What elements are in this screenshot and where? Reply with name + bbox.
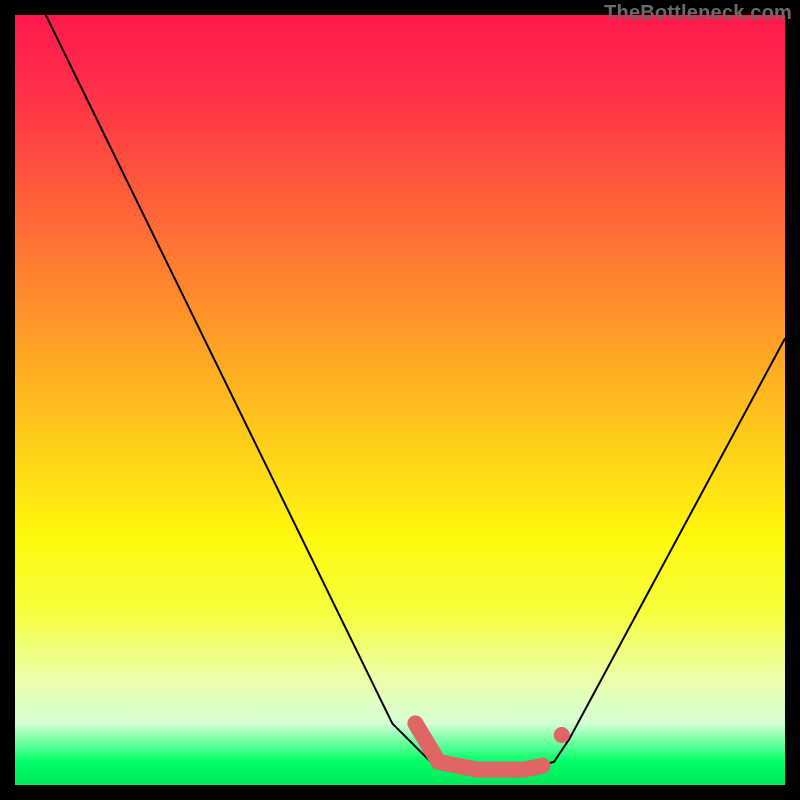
watermark-text: TheBottleneck.com bbox=[604, 2, 792, 25]
chart-container: TheBottleneck.com bbox=[0, 0, 800, 800]
valley-highlight bbox=[415, 723, 542, 769]
bottleneck-curve bbox=[46, 15, 785, 770]
curve-svg bbox=[15, 15, 785, 785]
valley-highlight-dot bbox=[554, 727, 570, 743]
plot-area bbox=[15, 15, 785, 785]
